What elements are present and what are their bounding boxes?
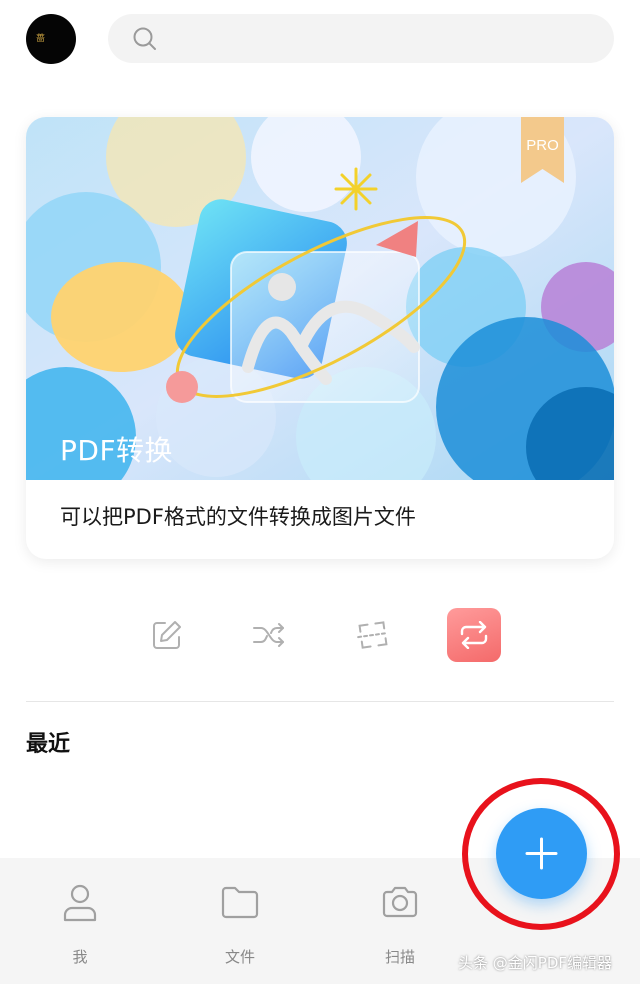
nav-label-files: 文件 <box>224 948 255 966</box>
section-divider <box>26 701 614 702</box>
nav-label-me: 我 <box>72 948 88 966</box>
add-button[interactable] <box>496 808 587 899</box>
recent-heading: 最近 <box>26 732 71 757</box>
nav-item-scan[interactable]: 扫描 <box>360 882 440 972</box>
pro-badge-label: PRO <box>526 137 559 154</box>
card-description: 可以把PDF格式的文件转换成图片文件 <box>60 505 416 529</box>
feature-card[interactable]: PRO PDF转换 可以把PDF格式的文件转换成图片文件 <box>26 117 614 559</box>
tool-edit[interactable] <box>140 608 194 662</box>
tool-scan[interactable] <box>346 608 400 662</box>
tool-shuffle[interactable] <box>242 608 296 662</box>
search-bar[interactable] <box>108 14 614 63</box>
nav-item-me[interactable]: 我 <box>40 882 120 972</box>
avatar-glyph: 蔷 <box>36 34 46 44</box>
banner-title: PDF转换 <box>60 434 174 467</box>
camera-icon <box>382 886 418 918</box>
search-input[interactable] <box>168 24 588 53</box>
folder-icon <box>221 886 259 919</box>
edit-icon <box>153 621 181 649</box>
convert-icon <box>460 621 488 649</box>
person-icon <box>63 884 97 922</box>
scan-crop-icon <box>357 621 389 649</box>
nav-item-files[interactable]: 文件 <box>200 882 280 972</box>
search-icon <box>133 27 156 50</box>
avatar[interactable]: 蔷 <box>26 14 76 64</box>
shuffle-icon <box>253 623 284 647</box>
watermark: 头条 @金闪PDF编辑器 <box>458 954 612 972</box>
tool-convert[interactable] <box>447 608 501 662</box>
pro-badge: PRO <box>521 117 564 183</box>
plus-icon <box>525 837 558 870</box>
nav-label-scan: 扫描 <box>384 948 415 966</box>
